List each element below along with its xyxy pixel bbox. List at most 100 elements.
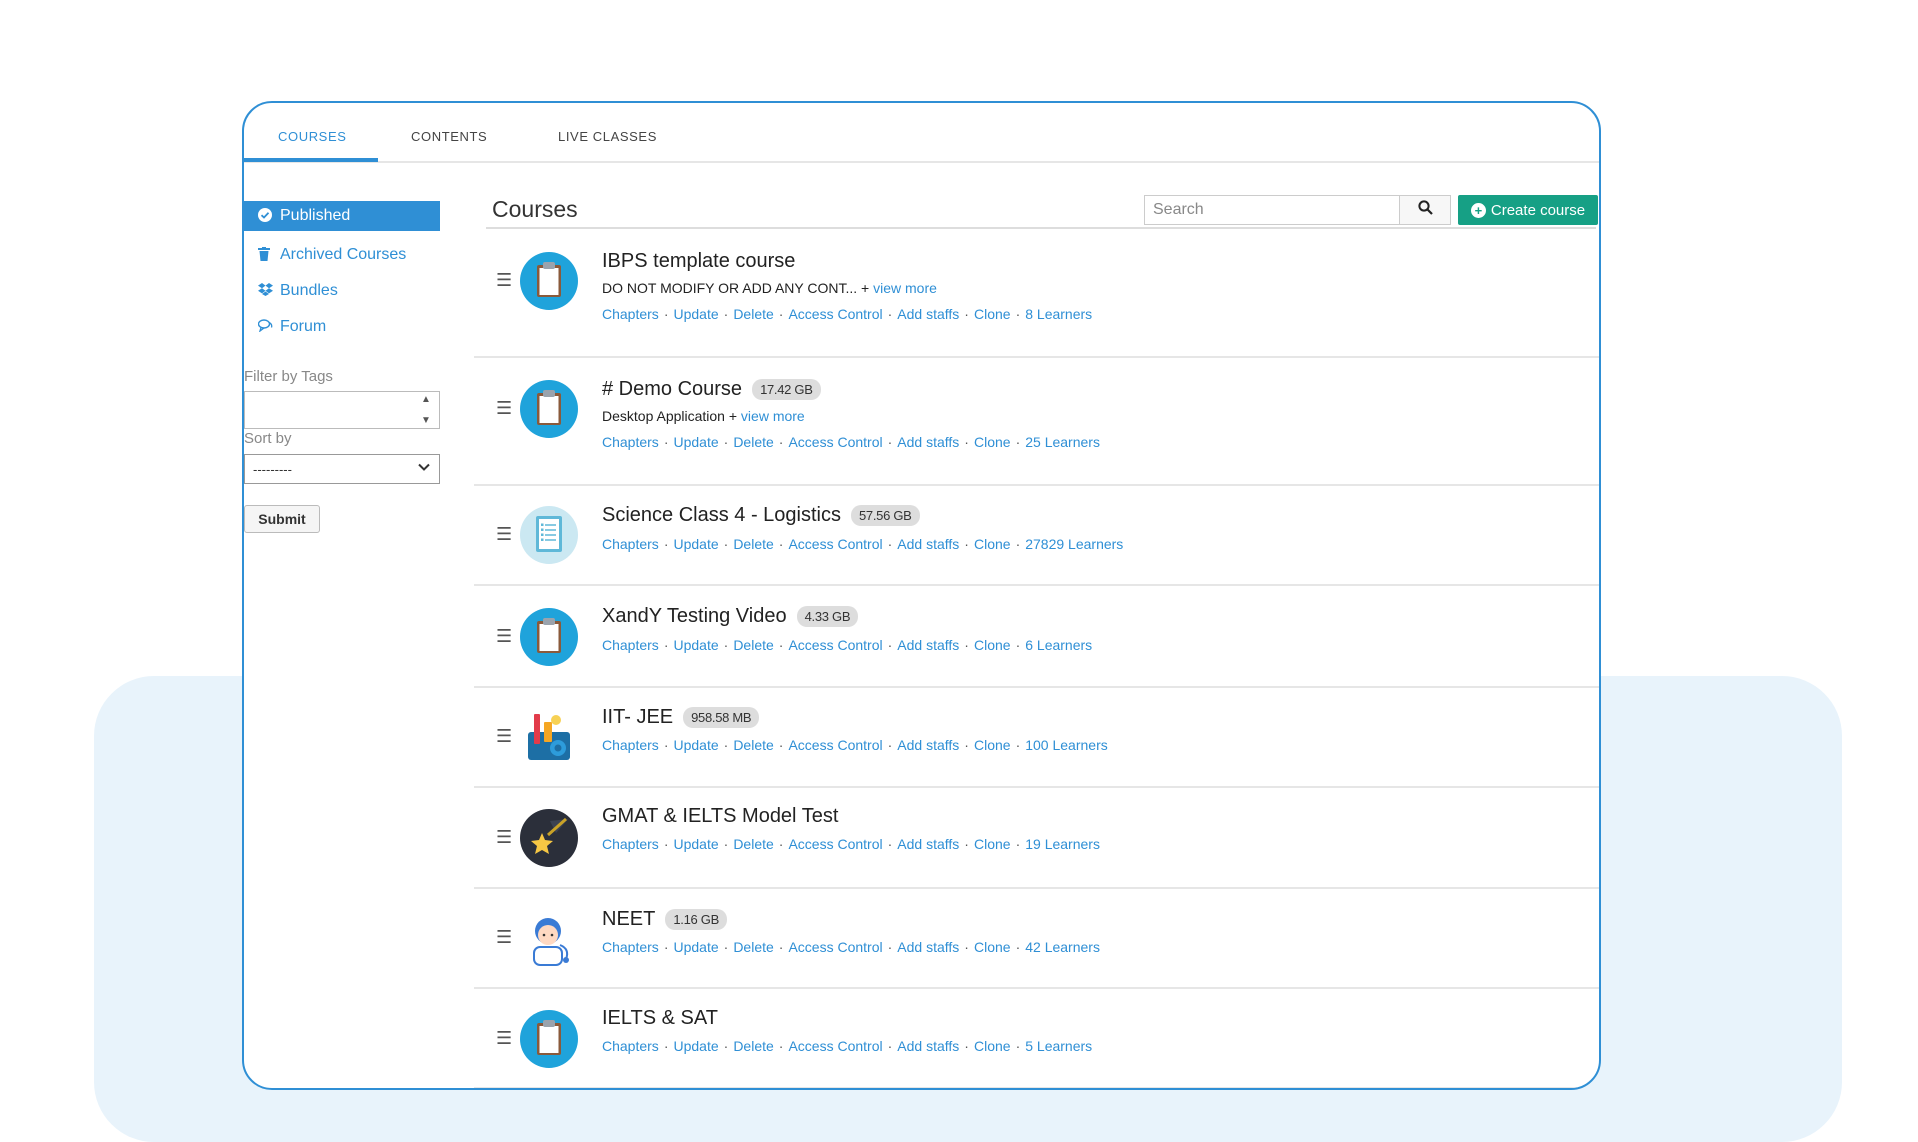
action-access-control-link[interactable]: Access Control xyxy=(788,836,882,852)
action-add-staffs-link[interactable]: Add staffs xyxy=(897,637,959,653)
action-add-staffs-link[interactable]: Add staffs xyxy=(897,306,959,322)
create-course-button[interactable]: + Create course xyxy=(1458,195,1598,225)
action-clone-link[interactable]: Clone xyxy=(974,536,1011,552)
action-clone-link[interactable]: Clone xyxy=(974,836,1011,852)
drag-handle-icon[interactable]: ☰ xyxy=(496,270,512,291)
action-delete-link[interactable]: Delete xyxy=(733,306,773,322)
action-chapters-link[interactable]: Chapters xyxy=(602,1038,659,1054)
course-title[interactable]: XandY Testing Video xyxy=(602,605,787,628)
action-access-control-link[interactable]: Access Control xyxy=(788,637,882,653)
sidebar-item-bundles[interactable]: Bundles xyxy=(244,273,440,309)
action-chapters-link[interactable]: Chapters xyxy=(602,939,659,955)
action-update-link[interactable]: Update xyxy=(673,536,718,552)
action-clone-link[interactable]: Clone xyxy=(974,306,1011,322)
learners-link[interactable]: 42 Learners xyxy=(1025,939,1100,955)
view-more-link[interactable]: view more xyxy=(741,408,805,424)
action-clone-link[interactable]: Clone xyxy=(974,939,1011,955)
submit-button[interactable]: Submit xyxy=(244,505,320,533)
action-access-control-link[interactable]: Access Control xyxy=(788,939,882,955)
learners-link[interactable]: 6 Learners xyxy=(1025,637,1092,653)
drag-handle-icon[interactable]: ☰ xyxy=(496,626,512,647)
learners-link[interactable]: 100 Learners xyxy=(1025,737,1108,753)
sidebar-item-forum[interactable]: Forum xyxy=(244,309,440,345)
action-access-control-link[interactable]: Access Control xyxy=(788,306,882,322)
action-update-link[interactable]: Update xyxy=(673,737,718,753)
course-title[interactable]: IBPS template course xyxy=(602,250,795,273)
course-title-wrap: IBPS template course xyxy=(602,250,795,273)
tab-live-classes[interactable]: LIVE CLASSES xyxy=(558,129,657,144)
action-delete-link[interactable]: Delete xyxy=(733,536,773,552)
action-delete-link[interactable]: Delete xyxy=(733,637,773,653)
action-delete-link[interactable]: Delete xyxy=(733,939,773,955)
learners-link[interactable]: 8 Learners xyxy=(1025,306,1092,322)
course-title[interactable]: IELTS & SAT xyxy=(602,1007,718,1030)
action-chapters-link[interactable]: Chapters xyxy=(602,306,659,322)
learners-link[interactable]: 19 Learners xyxy=(1025,836,1100,852)
action-add-staffs-link[interactable]: Add staffs xyxy=(897,939,959,955)
search-input[interactable]: Search xyxy=(1144,195,1400,225)
separator: · xyxy=(778,939,784,955)
learners-link[interactable]: 25 Learners xyxy=(1025,434,1100,450)
action-update-link[interactable]: Update xyxy=(673,1038,718,1054)
action-delete-link[interactable]: Delete xyxy=(733,434,773,450)
course-row: ☰ IBPS template course DO NOT MODIFY OR AD… xyxy=(474,230,1599,358)
action-delete-link[interactable]: Delete xyxy=(733,737,773,753)
search-button[interactable] xyxy=(1399,195,1451,225)
action-chapters-link[interactable]: Chapters xyxy=(602,434,659,450)
action-update-link[interactable]: Update xyxy=(673,434,718,450)
separator: · xyxy=(1015,836,1021,852)
learners-link[interactable]: 5 Learners xyxy=(1025,1038,1092,1054)
drag-handle-icon[interactable]: ☰ xyxy=(496,1028,512,1049)
learners-link[interactable]: 27829 Learners xyxy=(1025,536,1123,552)
sidebar-item-published[interactable]: Published xyxy=(244,201,440,231)
drag-handle-icon[interactable]: ☰ xyxy=(496,726,512,747)
view-more-link[interactable]: view more xyxy=(873,280,937,296)
drag-handle-icon[interactable]: ☰ xyxy=(496,524,512,545)
action-clone-link[interactable]: Clone xyxy=(974,1038,1011,1054)
sidebar-item-archived-courses[interactable]: Archived Courses xyxy=(244,237,440,273)
action-update-link[interactable]: Update xyxy=(673,939,718,955)
action-add-staffs-link[interactable]: Add staffs xyxy=(897,536,959,552)
course-title[interactable]: NEET xyxy=(602,908,655,931)
action-chapters-link[interactable]: Chapters xyxy=(602,737,659,753)
action-access-control-link[interactable]: Access Control xyxy=(788,434,882,450)
course-title[interactable]: GMAT & IELTS Model Test xyxy=(602,805,838,828)
action-update-link[interactable]: Update xyxy=(673,637,718,653)
action-delete-link[interactable]: Delete xyxy=(733,1038,773,1054)
spin-down-icon[interactable]: ▼ xyxy=(421,415,431,426)
tab-courses[interactable]: COURSES xyxy=(278,129,347,144)
action-chapters-link[interactable]: Chapters xyxy=(602,836,659,852)
course-title[interactable]: Science Class 4 - Logistics xyxy=(602,504,841,527)
separator: · xyxy=(723,737,729,753)
action-chapters-link[interactable]: Chapters xyxy=(602,536,659,552)
separator: · xyxy=(1015,434,1021,450)
action-clone-link[interactable]: Clone xyxy=(974,434,1011,450)
drag-handle-icon[interactable]: ☰ xyxy=(496,827,512,848)
drag-handle-icon[interactable]: ☰ xyxy=(496,398,512,419)
separator: · xyxy=(887,434,893,450)
action-access-control-link[interactable]: Access Control xyxy=(788,536,882,552)
course-title[interactable]: # Demo Course xyxy=(602,378,742,401)
action-access-control-link[interactable]: Access Control xyxy=(788,1038,882,1054)
separator: · xyxy=(663,536,669,552)
action-add-staffs-link[interactable]: Add staffs xyxy=(897,737,959,753)
action-clone-link[interactable]: Clone xyxy=(974,737,1011,753)
course-thumbnail xyxy=(520,909,578,967)
filter-tags-input[interactable]: ▲ ▼ xyxy=(244,391,440,429)
course-actions: Chapters · Update · Delete · Access Control · Ad… xyxy=(602,1038,1092,1054)
action-update-link[interactable]: Update xyxy=(673,306,718,322)
sort-by-select[interactable]: --------- xyxy=(244,454,440,484)
spinner-arrows[interactable]: ▲ ▼ xyxy=(417,394,435,426)
action-chapters-link[interactable]: Chapters xyxy=(602,637,659,653)
tab-contents[interactable]: CONTENTS xyxy=(411,129,487,144)
action-add-staffs-link[interactable]: Add staffs xyxy=(897,434,959,450)
action-clone-link[interactable]: Clone xyxy=(974,637,1011,653)
action-add-staffs-link[interactable]: Add staffs xyxy=(897,836,959,852)
action-update-link[interactable]: Update xyxy=(673,836,718,852)
action-add-staffs-link[interactable]: Add staffs xyxy=(897,1038,959,1054)
drag-handle-icon[interactable]: ☰ xyxy=(496,927,512,948)
action-delete-link[interactable]: Delete xyxy=(733,836,773,852)
action-access-control-link[interactable]: Access Control xyxy=(788,737,882,753)
course-title[interactable]: IIT- JEE xyxy=(602,706,673,729)
spin-up-icon[interactable]: ▲ xyxy=(421,394,431,405)
